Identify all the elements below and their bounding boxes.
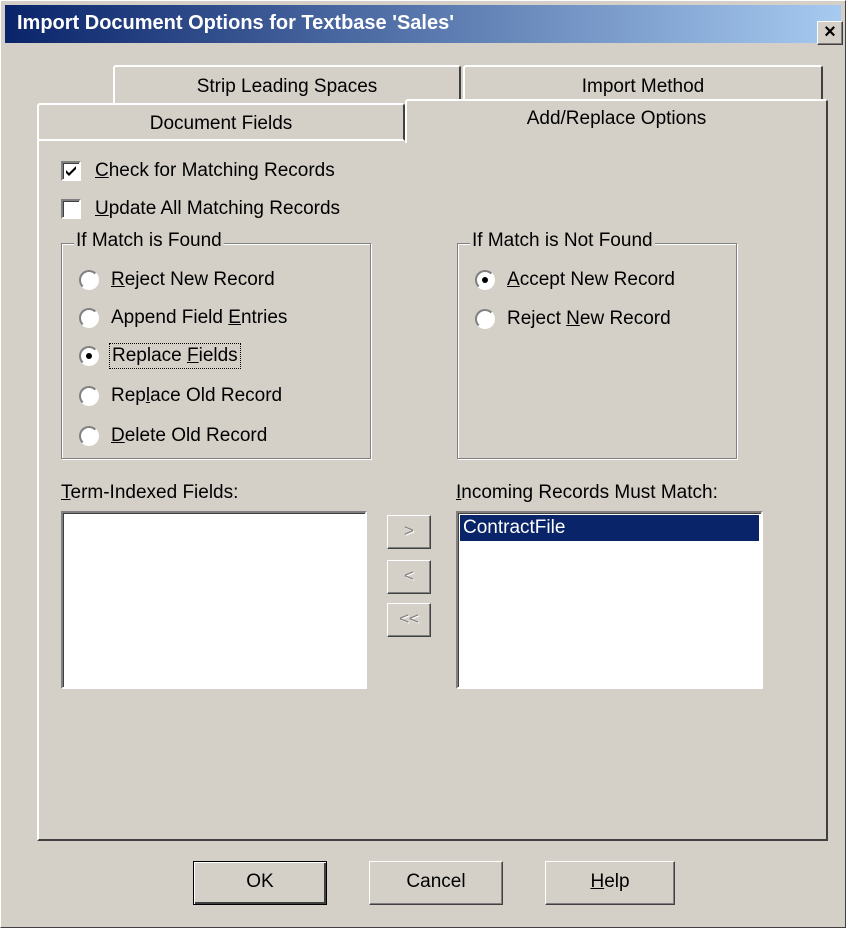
help-button[interactable]: Help	[545, 861, 675, 905]
tab-add-replace-options[interactable]: Add/Replace Options	[405, 99, 828, 143]
cancel-button[interactable]: Cancel	[369, 861, 503, 905]
cancel-label: Cancel	[406, 871, 466, 892]
arrow-right-icon: >	[404, 521, 414, 540]
close-icon: ×	[824, 21, 836, 43]
tab-strip-leading-spaces[interactable]: Strip Leading Spaces	[113, 65, 461, 103]
tab-label: Document Fields	[149, 113, 293, 134]
title-bar[interactable]: Import Document Options for Textbase 'Sa…	[5, 5, 843, 45]
dialog-window: Import Document Options for Textbase 'Sa…	[0, 0, 846, 928]
incoming-records-list[interactable]: ContractFile	[456, 511, 763, 689]
radio-circle[interactable]	[79, 426, 99, 446]
incoming-records-label: Incoming Records Must Match:	[456, 482, 718, 503]
radio-circle[interactable]	[79, 308, 99, 328]
radio-label: Delete Old Record	[111, 425, 268, 446]
tab-label: Import Method	[581, 76, 705, 97]
group-title: If Match is Not Found	[470, 230, 655, 252]
help-label: Help	[590, 871, 630, 892]
list-item-label: ContractFile	[463, 517, 566, 538]
radio-selected-dot	[86, 353, 92, 359]
radio-label: Reject New Record	[507, 308, 671, 329]
radio-circle[interactable]	[79, 386, 99, 406]
term-indexed-fields-label: Term-Indexed Fields:	[61, 482, 239, 503]
radio-circle[interactable]	[475, 270, 495, 290]
radio-label: Append Field Entries	[111, 307, 288, 328]
window-title: Import Document Options for Textbase 'Sa…	[17, 12, 454, 34]
radio-circle[interactable]	[475, 309, 495, 329]
tab-import-method[interactable]: Import Method	[463, 65, 823, 103]
radio-circle[interactable]	[79, 270, 99, 290]
tab-label: Add/Replace Options	[526, 108, 707, 129]
tab-document-fields[interactable]: Document Fields	[37, 103, 405, 141]
radio-selected-dot	[482, 277, 488, 283]
remove-all-fields-button[interactable]: <<	[387, 603, 431, 637]
checkbox-box[interactable]	[61, 199, 81, 219]
radio-label: Accept New Record	[507, 269, 675, 290]
ok-button[interactable]: OK	[193, 861, 327, 905]
close-button[interactable]: ×	[817, 21, 843, 45]
radio-circle[interactable]	[79, 346, 99, 366]
checkbox-box[interactable]	[61, 161, 81, 181]
radio-label: Replace Old Record	[111, 385, 283, 406]
remove-field-button[interactable]: <	[387, 560, 431, 594]
radio-label: Replace Fields	[109, 343, 241, 369]
group-title: If Match is Found	[74, 230, 224, 252]
tab-label: Strip Leading Spaces	[196, 76, 378, 97]
add-field-button[interactable]: >	[387, 515, 431, 549]
checkmark-icon	[66, 166, 76, 176]
ok-label: OK	[246, 871, 274, 892]
radio-label: Reject New Record	[111, 269, 275, 290]
arrow-left-icon: <	[404, 566, 414, 585]
term-indexed-fields-list[interactable]	[61, 511, 367, 689]
list-item-selected[interactable]: ContractFile	[460, 515, 759, 541]
check-matching-label: Check for Matching Records	[95, 160, 335, 181]
update-all-label: Update All Matching Records	[95, 198, 341, 219]
double-arrow-left-icon: <<	[399, 609, 419, 628]
